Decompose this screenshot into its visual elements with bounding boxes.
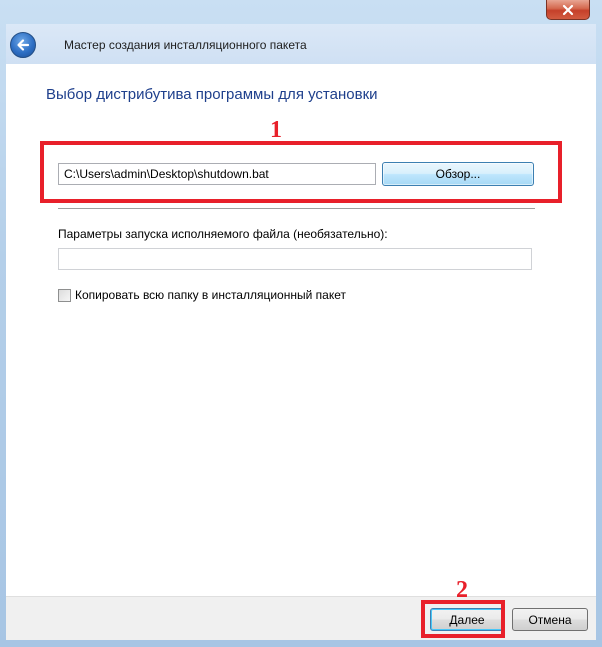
back-button[interactable] [10, 32, 36, 58]
wizard-header: Мастер создания инсталляционного пакета [6, 24, 596, 64]
window-frame: Мастер создания инсталляционного пакета … [0, 0, 602, 647]
wizard-footer: Далее Отмена [6, 596, 596, 640]
separator [58, 208, 535, 209]
browse-button[interactable]: Обзор... [382, 162, 534, 186]
annotation-marker-1: 1 [270, 117, 282, 143]
page-heading: Выбор дистрибутива программы для установ… [46, 86, 378, 103]
copy-folder-option[interactable]: Копировать всю папку в инсталляционный п… [58, 288, 346, 302]
copy-folder-label: Копировать всю папку в инсталляционный п… [75, 288, 346, 302]
cancel-button[interactable]: Отмена [512, 608, 588, 631]
launch-params-input[interactable] [58, 248, 532, 270]
copy-folder-checkbox[interactable] [58, 288, 71, 302]
close-button[interactable] [546, 0, 590, 20]
back-arrow-icon [17, 39, 30, 51]
window-title: Мастер создания инсталляционного пакета [64, 38, 307, 52]
annotation-marker-2: 2 [456, 577, 468, 603]
close-icon [562, 4, 574, 15]
next-button[interactable]: Далее [430, 608, 504, 631]
wizard-content: Выбор дистрибутива программы для установ… [6, 64, 596, 596]
file-path-input[interactable]: C:\Users\admin\Desktop\shutdown.bat [58, 163, 376, 185]
launch-params-label: Параметры запуска исполняемого файла (не… [58, 227, 388, 241]
